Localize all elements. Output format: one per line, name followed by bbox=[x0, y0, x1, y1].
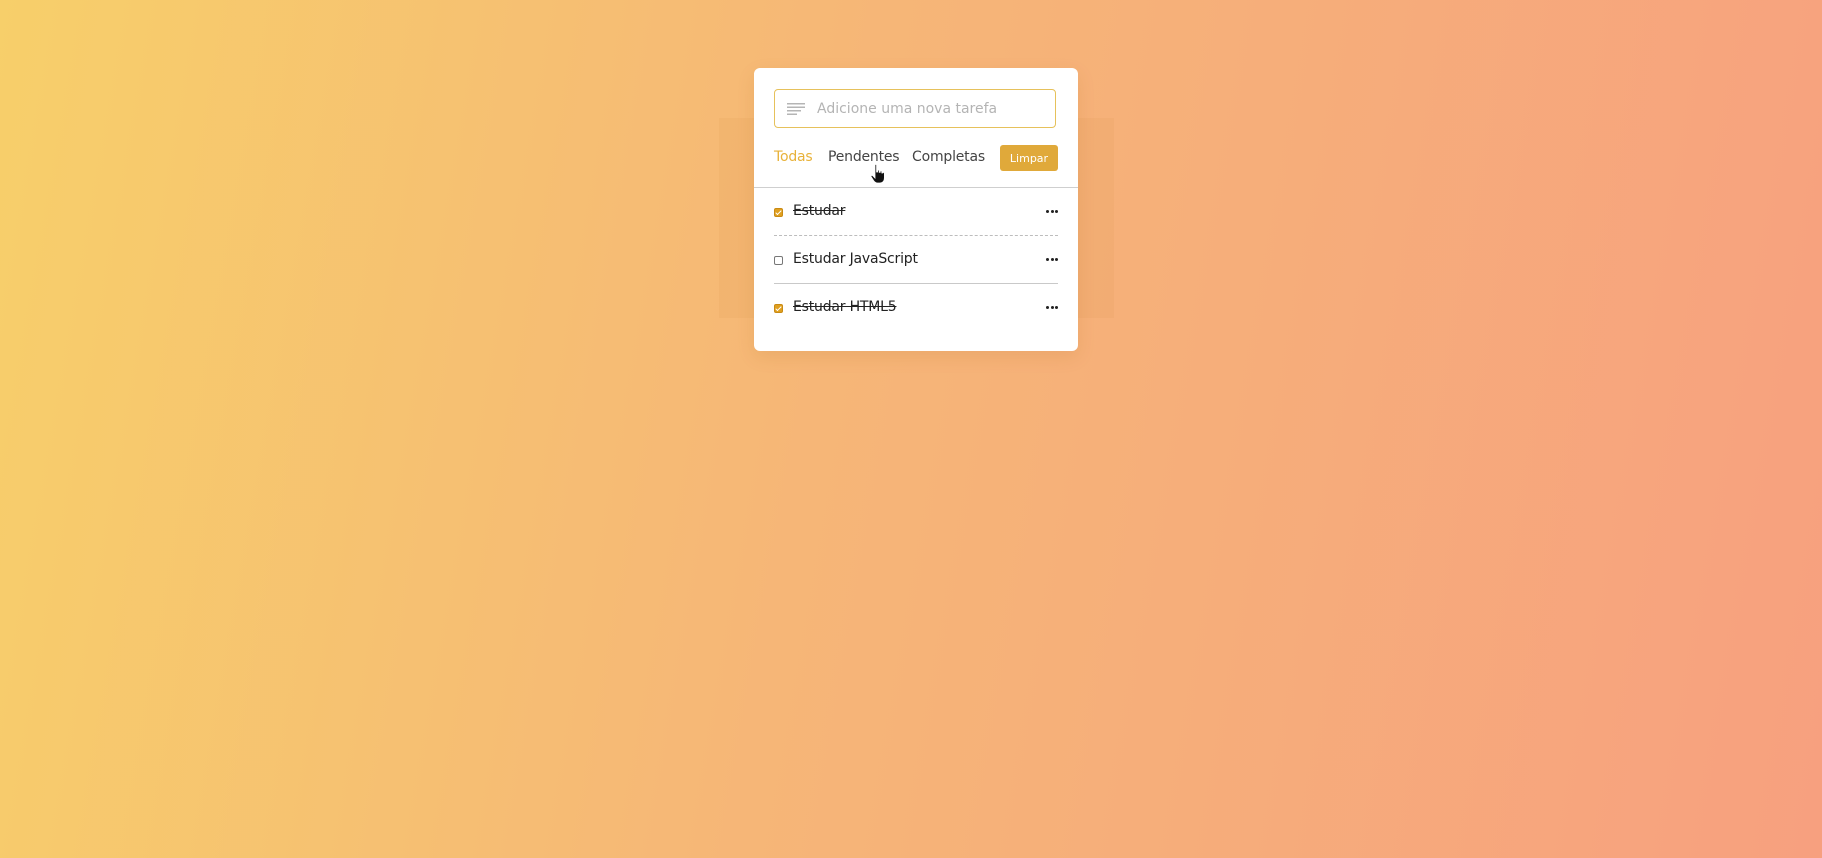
task-checkbox[interactable] bbox=[774, 304, 783, 313]
more-options-icon[interactable] bbox=[1046, 210, 1058, 214]
task-checkbox[interactable] bbox=[774, 208, 783, 217]
task-item: Estudar HTML5 bbox=[774, 284, 1058, 332]
clear-button[interactable]: Limpar bbox=[1000, 145, 1058, 171]
filter-completed[interactable]: Completas bbox=[912, 149, 985, 165]
task-label: Estudar bbox=[793, 203, 846, 219]
new-task-input[interactable] bbox=[817, 90, 1047, 127]
task-item: Estudar JavaScript bbox=[774, 236, 1058, 284]
filter-all[interactable]: Todas bbox=[774, 149, 813, 165]
task-list: Estudar Estudar JavaScript Estudar HTML5 bbox=[774, 188, 1058, 332]
text-lines-icon bbox=[787, 103, 805, 115]
task-input-wrapper bbox=[774, 89, 1056, 128]
hand-cursor-icon bbox=[870, 164, 885, 184]
task-checkbox[interactable] bbox=[774, 256, 783, 265]
task-item: Estudar bbox=[774, 188, 1058, 236]
more-options-icon[interactable] bbox=[1046, 258, 1058, 262]
task-label: Estudar JavaScript bbox=[793, 251, 918, 267]
filter-bar: Todas Pendentes Completas Limpar bbox=[774, 145, 1058, 171]
more-options-icon[interactable] bbox=[1046, 306, 1058, 310]
filter-pending[interactable]: Pendentes bbox=[828, 149, 900, 165]
todo-card: Todas Pendentes Completas Limpar Estudar… bbox=[754, 68, 1078, 351]
task-label: Estudar HTML5 bbox=[793, 299, 897, 315]
